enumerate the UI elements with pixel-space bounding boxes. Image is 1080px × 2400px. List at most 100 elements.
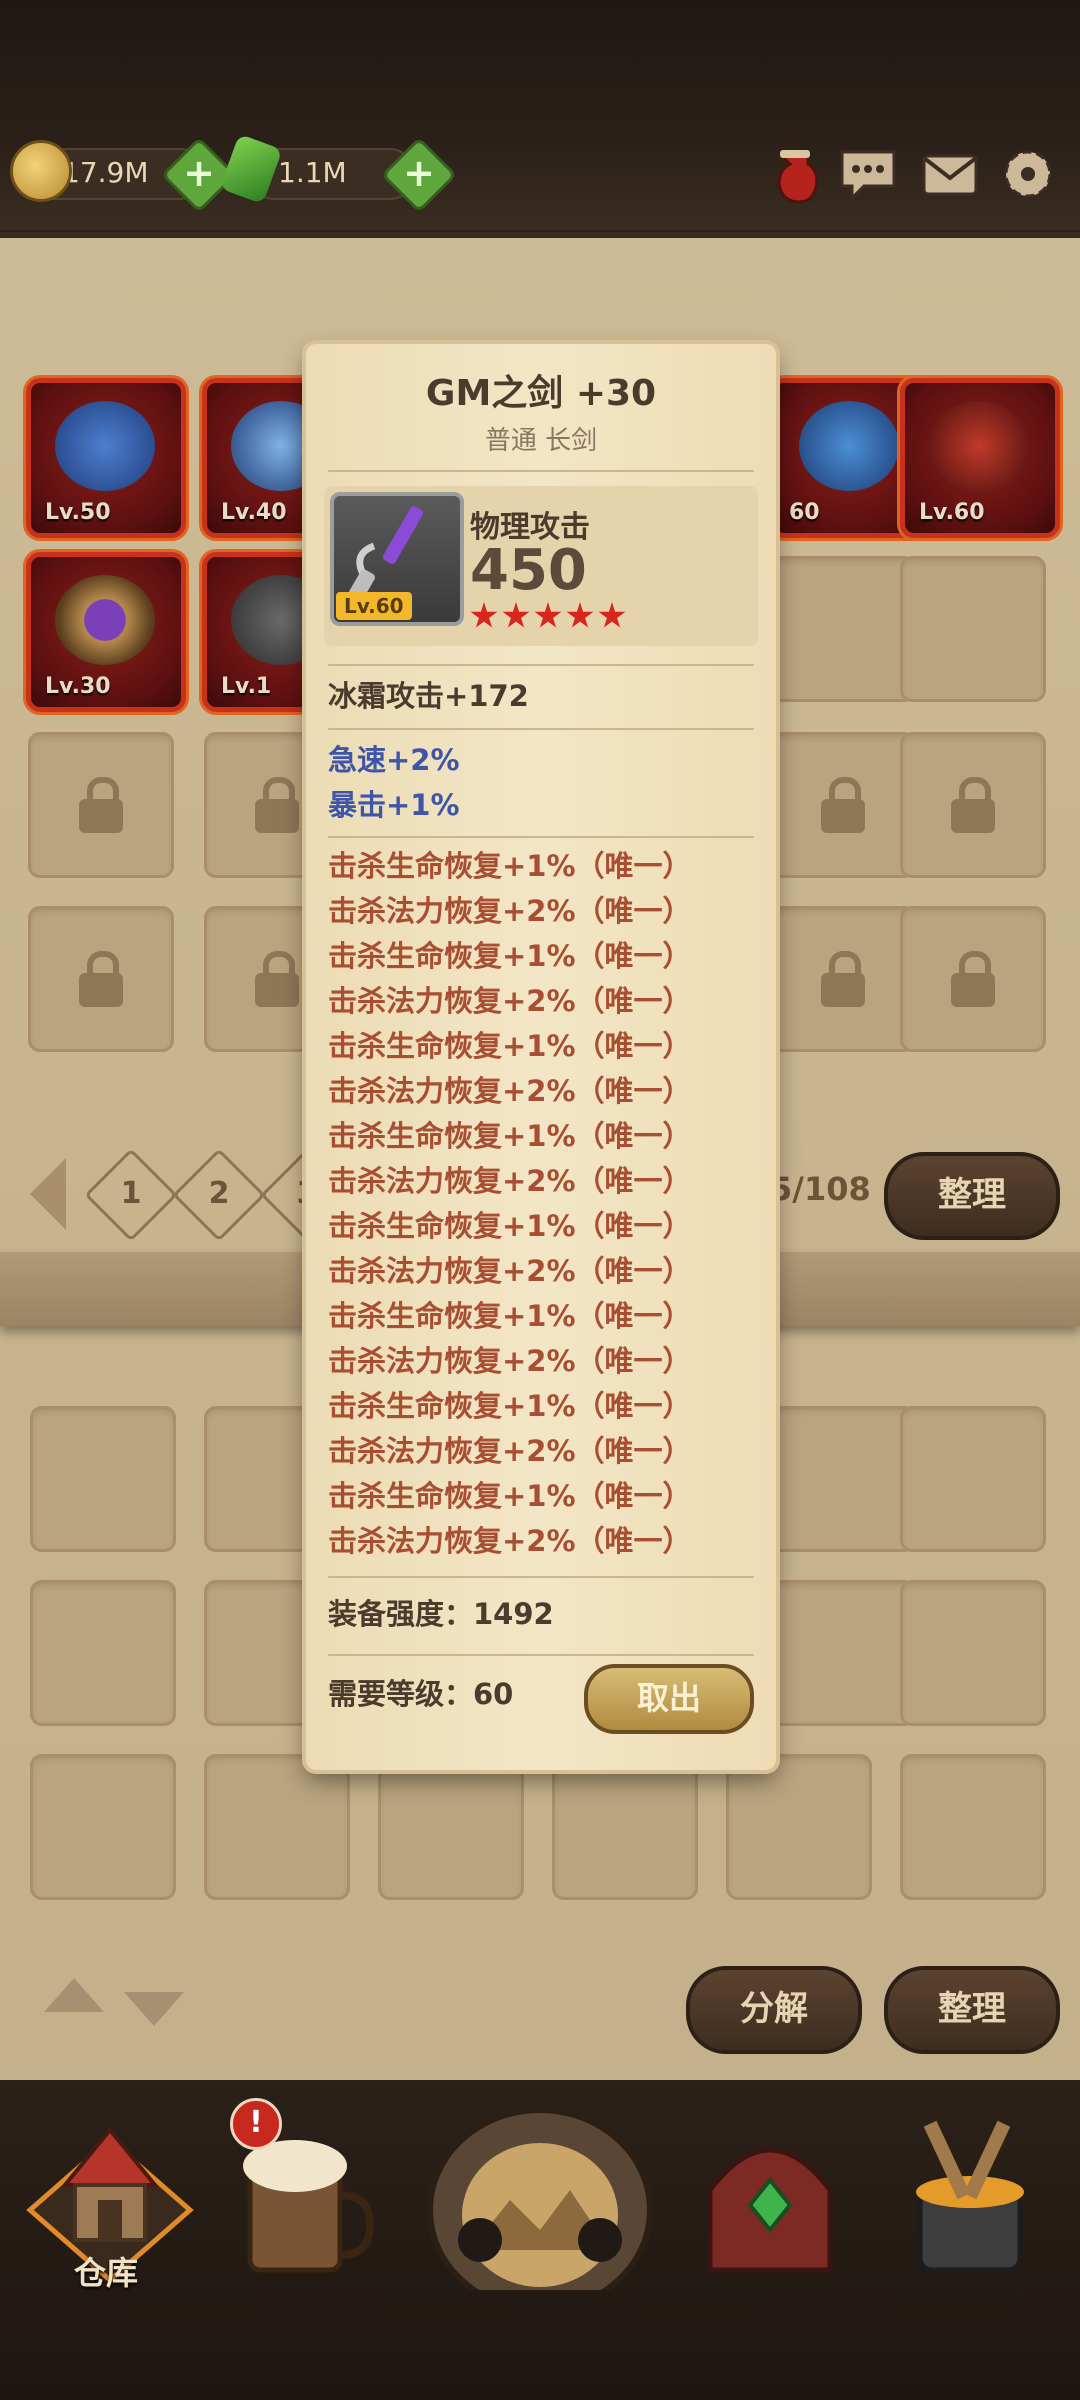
equipment-power: 装备强度：1492 [328,1597,554,1631]
nav-adventure[interactable] [420,2100,660,2313]
equip-slot-weapon[interactable]: Lv.60 [900,378,1060,538]
sort-button-bottom[interactable]: 整理 [884,1966,1060,2054]
unique-stat-line: 击杀生命恢复+1%（唯一） [328,1389,692,1423]
sort-button-top[interactable]: 整理 [884,1152,1060,1240]
gear-icon[interactable] [996,142,1060,206]
item-title: GM之剑 +30 [425,373,657,414]
empty-slot[interactable] [552,1754,698,1900]
helmet-chest-icon [707,2147,833,2273]
boots-icon [55,401,155,491]
heels-icon [799,401,899,491]
equip-level: Lv.1 [221,674,272,699]
locked-slot [770,906,916,1052]
divider [328,728,754,730]
divider [328,836,754,838]
gem-amount: 1.1M [278,156,347,189]
empty-slot[interactable] [900,1580,1046,1726]
locked-slot [28,732,174,878]
locked-slot [900,906,1046,1052]
unique-stat-line: 击杀法力恢复+2%（唯一） [328,984,692,1018]
unique-stat-line: 击杀生命恢复+1%（唯一） [328,1119,692,1153]
lock-icon [821,951,865,1007]
scythe-icon [929,401,1029,491]
item-icon-frame: Lv.60 [330,492,464,626]
empty-slot[interactable] [378,1754,524,1900]
unique-stat-line: 击杀生命恢复+1%（唯一） [328,1479,692,1513]
star-icon [534,602,562,628]
arrow-up-icon[interactable] [44,1978,104,2012]
nav-warehouse-label: 仓库 [74,2254,139,2292]
arrow-down-icon[interactable] [124,1992,184,2026]
divider [328,1654,754,1656]
star-icon [598,602,626,628]
frost-attack-line: 冰霜攻击+172 [328,679,529,713]
empty-slot[interactable] [204,1754,350,1900]
unique-stat-line: 击杀法力恢复+2%（唯一） [328,1074,692,1108]
empty-slot[interactable] [30,1754,176,1900]
equip-level: Lv.60 [919,500,985,525]
unique-stat-line: 击杀法力恢复+2%（唯一） [328,1164,692,1198]
nav-warehouse[interactable]: 仓库 [20,2100,200,2292]
potion-icon[interactable] [762,142,826,206]
unique-stat-line: 击杀法力恢复+2%（唯一） [328,1434,692,1468]
unique-stat-line: 击杀生命恢复+1%（唯一） [328,849,692,883]
lock-icon [79,777,123,833]
unique-stat-line: 击杀生命恢复+1%（唯一） [328,1029,692,1063]
locked-slot [770,732,916,878]
empty-slot[interactable] [900,556,1046,702]
equip-level: Lv.30 [45,674,111,699]
forge-pot-icon [916,2120,1024,2273]
unique-stat-line: 击杀法力恢复+2%（唯一） [328,1344,692,1378]
lock-icon [951,777,995,833]
empty-slot[interactable] [770,556,916,702]
decompose-button[interactable]: 分解 [686,1966,862,2054]
lock-icon [951,951,995,1007]
nav-chest[interactable] [680,2100,860,2290]
item-subtitle: 普通 长剑 [484,426,598,456]
empty-slot[interactable] [770,1406,916,1552]
equip-level: 60 [789,500,820,525]
prev-page-icon[interactable] [30,1158,66,1230]
unique-stat-line: 击杀生命恢复+1%（唯一） [328,1209,692,1243]
take-out-button[interactable]: 取出 [584,1664,754,1734]
unique-stat-line: 击杀法力恢复+2%（唯一） [328,894,692,928]
lock-icon [255,951,299,1007]
divider [328,1576,754,1578]
required-level: 需要等级：60 [328,1677,514,1711]
star-icon [502,602,530,628]
empty-slot[interactable] [30,1406,176,1552]
gold-coin-icon [10,140,72,202]
alert-badge-icon: ! [230,2098,282,2150]
unique-stat-line: 击杀法力恢复+2%（唯一） [328,1524,692,1558]
chat-icon[interactable] [836,142,900,206]
equip-level: Lv.50 [45,500,111,525]
lock-icon [79,951,123,1007]
lock-icon [821,777,865,833]
equip-slot-ring[interactable]: Lv.30 [26,552,186,712]
main-stat-value: 450 [470,538,587,603]
equip-slot-boots-blue[interactable]: Lv.50 [26,378,186,538]
capacity-count: 5/108 [770,1170,871,1208]
unique-stat-line: 击杀法力恢复+2%（唯一） [328,1254,692,1288]
empty-slot[interactable] [726,1754,872,1900]
locked-slot [900,732,1046,878]
crit-line: 暴击+1% [328,788,460,822]
star-icon [470,602,498,628]
unique-stat-line: 击杀生命恢复+1%（唯一） [328,939,692,973]
item-level-badge: Lv.60 [336,592,412,620]
mail-icon[interactable] [918,142,982,206]
main-stat-box: Lv.60 物理攻击 450 [324,486,758,646]
top-bar: 17.9M + 1.1M + [0,0,1080,230]
haste-line: 急速+2% [328,743,460,777]
empty-slot[interactable] [770,1580,916,1726]
unique-stat-line: 击杀生命恢复+1%（唯一） [328,1299,692,1333]
locked-slot [28,906,174,1052]
empty-slot[interactable] [900,1754,1046,1900]
nav-forge[interactable] [880,2100,1060,2290]
gold-amount: 17.9M [62,156,149,189]
star-icon [566,602,594,628]
item-detail-popup: GM之剑 +30 普通 长剑 Lv.60 物理攻击 450 冰霜攻击+172 急… [306,344,776,1770]
ring-icon [55,575,155,665]
empty-slot[interactable] [900,1406,1046,1552]
empty-slot[interactable] [30,1580,176,1726]
